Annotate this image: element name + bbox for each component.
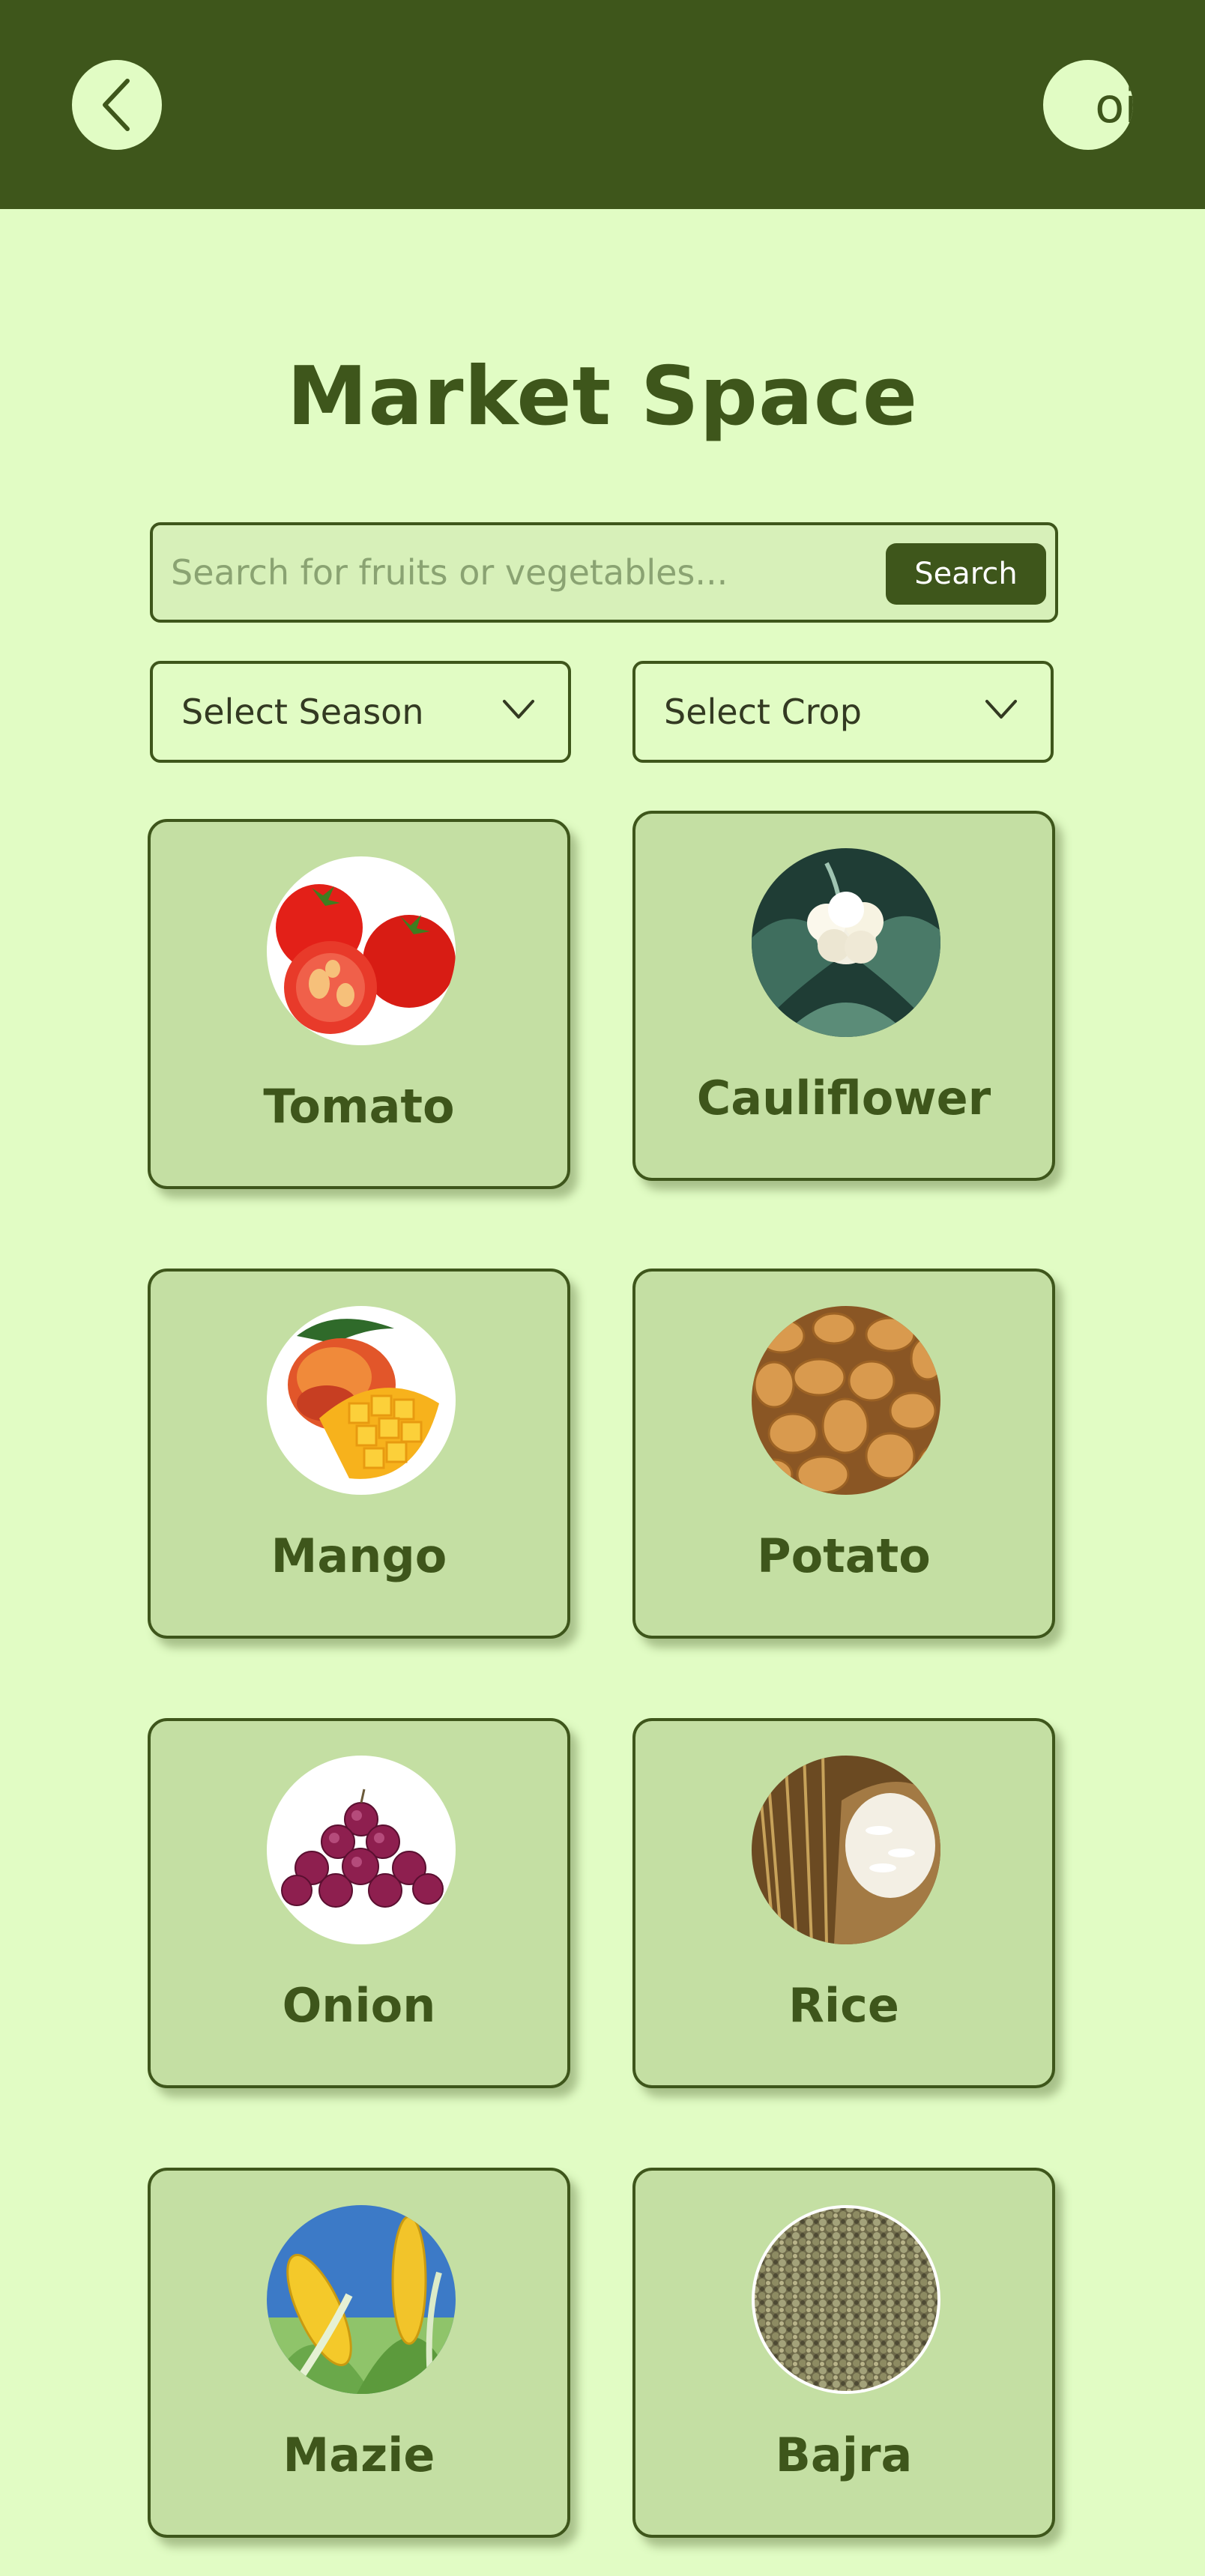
tomato-image xyxy=(267,856,456,1045)
crop-name: Cauliflower xyxy=(696,1071,991,1125)
search-input[interactable] xyxy=(171,540,845,605)
crop-card-rice[interactable]: Rice xyxy=(632,1718,1055,2088)
crop-select-label: Select Crop xyxy=(664,692,862,732)
crop-card-cauliflower[interactable]: Cauliflower xyxy=(632,811,1055,1181)
crop-name: Tomato xyxy=(263,1079,455,1134)
crop-select[interactable]: Select Crop xyxy=(632,661,1054,763)
chevron-left-icon xyxy=(94,75,139,135)
search-button[interactable]: Search xyxy=(886,543,1046,605)
season-select-label: Select Season xyxy=(181,692,424,732)
crop-name: Mazie xyxy=(283,2428,435,2482)
crop-name: Onion xyxy=(282,1978,436,2033)
crop-card-mango[interactable]: Mango xyxy=(148,1269,570,1639)
chevron-down-icon xyxy=(985,698,1018,721)
avatar[interactable]: oi xyxy=(1043,60,1133,150)
search-bar: Search xyxy=(150,522,1058,623)
potato-image xyxy=(752,1306,940,1495)
chevron-down-icon xyxy=(502,698,535,721)
page-title: Market Space xyxy=(286,350,919,444)
bajra-image xyxy=(752,2205,940,2394)
rice-image xyxy=(752,1756,940,1944)
avatar-initials: oi xyxy=(1095,79,1133,134)
crop-name: Bajra xyxy=(775,2428,913,2482)
app-header: oi xyxy=(0,0,1205,209)
crop-card-tomato[interactable]: Tomato xyxy=(148,819,570,1189)
cauliflower-image xyxy=(752,848,940,1037)
mango-image xyxy=(267,1306,456,1495)
maize-image xyxy=(267,2205,456,2394)
crop-name: Mango xyxy=(271,1529,447,1583)
crop-name: Potato xyxy=(757,1529,931,1583)
season-select[interactable]: Select Season xyxy=(150,661,571,763)
back-button[interactable] xyxy=(72,60,162,150)
crop-card-onion[interactable]: Onion xyxy=(148,1718,570,2088)
crop-card-potato[interactable]: Potato xyxy=(632,1269,1055,1639)
crop-name: Rice xyxy=(788,1978,899,2033)
onion-image xyxy=(267,1756,456,1944)
crop-card-bajra[interactable]: Bajra xyxy=(632,2168,1055,2538)
crop-card-mazie[interactable]: Mazie xyxy=(148,2168,570,2538)
